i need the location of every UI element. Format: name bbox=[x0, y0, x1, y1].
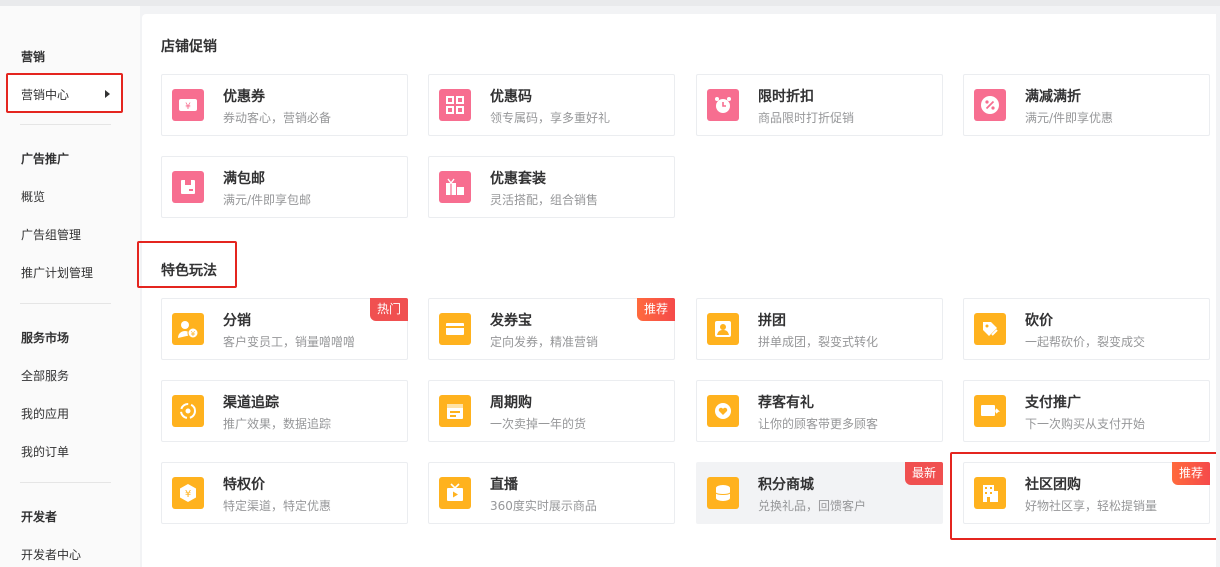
sidebar-item-my-apps[interactable]: 我的应用 bbox=[21, 405, 69, 422]
divider bbox=[20, 303, 111, 304]
card-desc: 券动客心，营销必备 bbox=[223, 111, 332, 125]
sidebar-item-plans[interactable]: 推广计划管理 bbox=[21, 264, 93, 281]
coins-stack-icon bbox=[707, 477, 739, 509]
main-panel: 店铺促销 ¥ 优惠券 券动客心，营销必备 优惠码 领专属码，享多重好礼 限时折扣… bbox=[137, 14, 1220, 567]
card-desc: 下一次购买从支付开始 bbox=[1025, 417, 1146, 431]
card-title: 砍价 bbox=[1025, 313, 1053, 329]
card-payment-promo[interactable]: 支付推广 下一次购买从支付开始 bbox=[963, 380, 1210, 442]
section-title-store-promo: 店铺促销 bbox=[161, 39, 217, 55]
card-title: 直播 bbox=[490, 477, 518, 493]
yen-hexagon-icon: ¥ bbox=[172, 477, 204, 509]
card-title: 渠道追踪 bbox=[223, 395, 279, 411]
sidebar-title-dev: 开发者 bbox=[21, 510, 58, 524]
sidebar: 营销 营销中心 广告推广 概览 广告组管理 推广计划管理 服务市场 全部服务 我… bbox=[0, 6, 140, 567]
card-channel-tracking[interactable]: 渠道追踪 推广效果，数据追踪 bbox=[161, 380, 408, 442]
card-title: 周期购 bbox=[490, 395, 532, 411]
card-desc: 一次卖掉一年的货 bbox=[490, 417, 587, 431]
section-title-featured: 特色玩法 bbox=[161, 263, 217, 279]
card-desc: 满元/件即享包邮 bbox=[223, 193, 312, 207]
card-desc: 兑换礼品，回馈客户 bbox=[758, 499, 867, 513]
qr-code-icon bbox=[439, 89, 471, 121]
user-yen-icon: ¥ bbox=[172, 313, 204, 345]
card-bundle[interactable]: 优惠套装 灵活搭配，组合销售 bbox=[428, 156, 675, 218]
knife-tag-icon bbox=[974, 313, 1006, 345]
card-desc: 灵活搭配，组合销售 bbox=[490, 193, 599, 207]
sidebar-item-my-orders[interactable]: 我的订单 bbox=[21, 443, 69, 460]
card-title: 限时折扣 bbox=[758, 89, 814, 105]
ticket-yen-icon: ¥ bbox=[172, 89, 204, 121]
community-highlight-box bbox=[950, 452, 1220, 540]
sidebar-item-overview[interactable]: 概览 bbox=[21, 188, 45, 205]
percent-icon bbox=[974, 89, 1006, 121]
top-bar bbox=[0, 0, 1220, 6]
card-privilege-price[interactable]: ¥ 特权价 特定渠道，特定优惠 bbox=[161, 462, 408, 524]
calendar-icon bbox=[439, 395, 471, 427]
parcel-box-icon bbox=[172, 171, 204, 203]
heart-badge-icon bbox=[707, 395, 739, 427]
wallet-icon bbox=[439, 313, 471, 345]
svg-text:¥: ¥ bbox=[185, 102, 191, 112]
card-title: 发券宝 bbox=[490, 313, 532, 329]
divider bbox=[20, 482, 111, 483]
tracking-cycle-icon bbox=[172, 395, 204, 427]
card-title: 优惠套装 bbox=[490, 171, 546, 187]
sidebar-item-adgroup[interactable]: 广告组管理 bbox=[21, 226, 81, 243]
card-title: 荐客有礼 bbox=[758, 395, 814, 411]
card-distribution[interactable]: ¥ 分销 客户变员工，销量噌噌噌 热门 bbox=[161, 298, 408, 360]
card-desc: 定向发券，精准营销 bbox=[490, 335, 599, 349]
sidebar-title-service: 服务市场 bbox=[21, 331, 70, 345]
badge-recommend: 推荐 bbox=[636, 298, 675, 321]
card-coupon-sender[interactable]: 发券宝 定向发券，精准营销 推荐 bbox=[428, 298, 675, 360]
card-title: 满减满折 bbox=[1025, 89, 1081, 105]
sidebar-item-marketing-center[interactable]: 营销中心 bbox=[6, 73, 123, 113]
card-desc: 推广效果，数据追踪 bbox=[223, 417, 332, 431]
badge-new: 最新 bbox=[904, 462, 943, 485]
card-coupon[interactable]: ¥ 优惠券 券动客心，营销必备 bbox=[161, 74, 408, 136]
svg-text:¥: ¥ bbox=[185, 489, 191, 500]
card-title: 优惠券 bbox=[223, 89, 265, 105]
card-live-stream[interactable]: 直播 360度实时展示商品 bbox=[428, 462, 675, 524]
group-users-icon bbox=[707, 313, 739, 345]
tv-play-icon bbox=[439, 477, 471, 509]
card-desc: 360度实时展示商品 bbox=[490, 499, 597, 513]
card-free-shipping[interactable]: 满包邮 满元/件即享包邮 bbox=[161, 156, 408, 218]
card-group-buy[interactable]: 拼团 拼单成团，裂变式转化 bbox=[696, 298, 943, 360]
sidebar-item-all-services[interactable]: 全部服务 bbox=[21, 367, 69, 384]
card-desc: 商品限时打折促销 bbox=[758, 111, 855, 125]
card-title: 特权价 bbox=[223, 477, 265, 493]
card-desc: 领专属码，享多重好礼 bbox=[490, 111, 611, 125]
card-title: 优惠码 bbox=[490, 89, 532, 105]
card-desc: 让你的顾客带更多顾客 bbox=[758, 417, 879, 431]
sidebar-item-dev-center[interactable]: 开发者中心 bbox=[21, 546, 81, 563]
card-desc: 特定渠道，特定优惠 bbox=[223, 499, 332, 513]
card-title: 满包邮 bbox=[223, 171, 265, 187]
card-points-mall[interactable]: 积分商城 兑换礼品，回馈客户 最新 bbox=[696, 462, 943, 524]
alarm-clock-icon bbox=[707, 89, 739, 121]
card-desc: 一起帮砍价，裂变成交 bbox=[1025, 335, 1146, 349]
card-subscription[interactable]: 周期购 一次卖掉一年的货 bbox=[428, 380, 675, 442]
card-flash-discount[interactable]: 限时折扣 商品限时打折促销 bbox=[696, 74, 943, 136]
card-bargain[interactable]: 砍价 一起帮砍价，裂变成交 bbox=[963, 298, 1210, 360]
payment-card-icon bbox=[974, 395, 1006, 427]
sidebar-title-marketing: 营销 bbox=[21, 50, 46, 64]
sidebar-title-ads: 广告推广 bbox=[21, 152, 70, 166]
card-title: 分销 bbox=[223, 313, 251, 329]
divider bbox=[20, 124, 111, 125]
scrollbar-track[interactable] bbox=[1216, 14, 1220, 567]
card-full-reduction[interactable]: 满减满折 满元/件即享优惠 bbox=[963, 74, 1210, 136]
card-referral[interactable]: 荐客有礼 让你的顾客带更多顾客 bbox=[696, 380, 943, 442]
card-desc: 拼单成团，裂变式转化 bbox=[758, 335, 879, 349]
card-promo-code[interactable]: 优惠码 领专属码，享多重好礼 bbox=[428, 74, 675, 136]
sidebar-item-label: 营销中心 bbox=[21, 88, 70, 102]
card-desc: 满元/件即享优惠 bbox=[1025, 111, 1114, 125]
card-title: 支付推广 bbox=[1025, 395, 1081, 411]
card-title: 拼团 bbox=[758, 313, 786, 329]
chevron-right-icon bbox=[105, 90, 110, 98]
card-title: 积分商城 bbox=[758, 477, 814, 493]
card-desc: 客户变员工，销量噌噌噌 bbox=[223, 335, 356, 349]
gift-bundle-icon bbox=[439, 171, 471, 203]
svg-text:¥: ¥ bbox=[191, 330, 196, 338]
badge-hot: 热门 bbox=[369, 298, 408, 321]
